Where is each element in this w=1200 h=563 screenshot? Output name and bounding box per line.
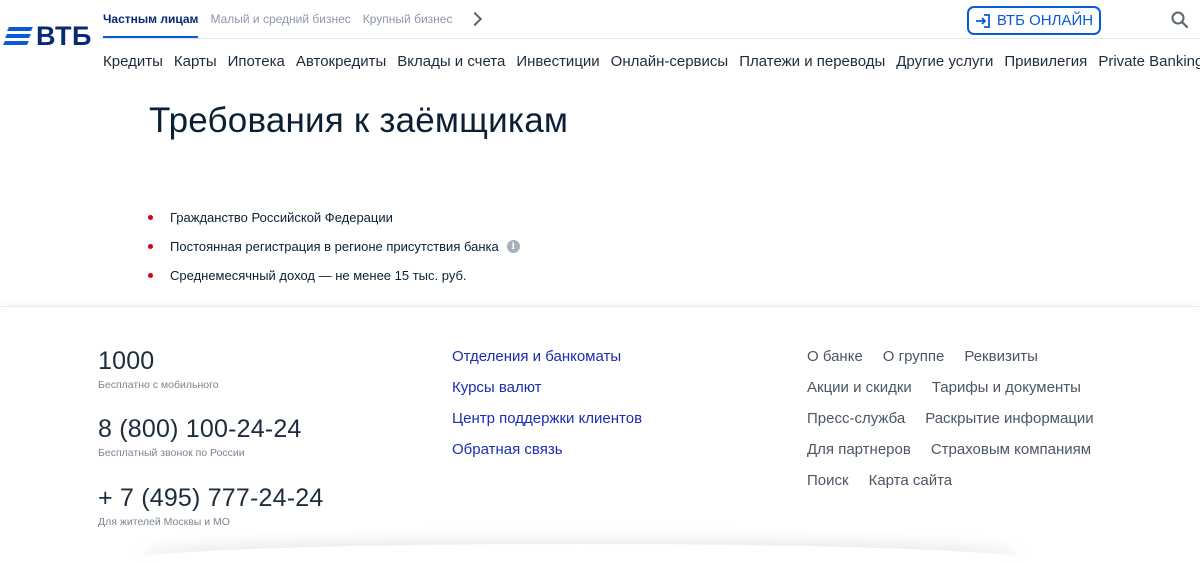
footer-link-row: О банке О группе Реквизиты — [807, 347, 1114, 378]
logo-mark-icon — [3, 27, 33, 45]
phone-number[interactable]: 8 (800) 100-24-24 — [98, 415, 302, 444]
phone-number[interactable]: 1000 — [98, 347, 219, 376]
link-press[interactable]: Пресс-служба — [807, 409, 905, 440]
phone-free: 8 (800) 100-24-24 Бесплатный звонок по Р… — [98, 415, 302, 459]
vtb-online-label: ВТБ ОНЛАЙН — [996, 12, 1094, 29]
bullet-icon — [148, 244, 153, 249]
info-icon[interactable]: i — [506, 240, 520, 253]
link-feedback[interactable]: Обратная связь — [452, 440, 642, 471]
requirements-list: Гражданство Российской Федерации Постоян… — [148, 203, 520, 290]
logo-text: ВТБ — [36, 20, 92, 51]
footer-main-links: Отделения и банкоматы Курсы валют Центр … — [452, 347, 642, 471]
requirement-text: Постоянная регистрация в регионе присутс… — [170, 239, 499, 254]
phone-number[interactable]: + 7 (495) 777-24-24 — [98, 484, 323, 513]
login-icon — [975, 13, 990, 28]
site-header: ВТБ Частным лицам Малый и средний бизнес… — [0, 0, 1200, 82]
header-divider — [100, 38, 1200, 39]
main-nav: Кредиты Карты Ипотека Автокредиты Вклады… — [103, 50, 1200, 72]
bullet-icon — [148, 273, 153, 278]
nav-privilege[interactable]: Привилегия — [1004, 53, 1087, 70]
nav-mortgage[interactable]: Ипотека — [228, 53, 285, 70]
nav-investments[interactable]: Инвестиции — [516, 53, 599, 70]
nav-credits[interactable]: Кредиты — [103, 53, 163, 70]
list-item: Среднемесячный доход — не менее 15 тыс. … — [148, 261, 520, 290]
link-partners[interactable]: Для партнеров — [807, 440, 911, 471]
list-item: Гражданство Российской Федерации — [148, 203, 520, 232]
nav-other-services[interactable]: Другие услуги — [896, 53, 993, 70]
nav-deposits[interactable]: Вклады и счета — [397, 53, 505, 70]
segment-small-business[interactable]: Малый и средний бизнес — [210, 0, 350, 38]
list-item: Постоянная регистрация в регионе присутс… — [148, 232, 520, 261]
link-about-bank[interactable]: О банке — [807, 347, 863, 378]
link-exchange-rates[interactable]: Курсы валют — [452, 378, 642, 409]
phone-note: Для жителей Москвы и МО — [98, 516, 230, 528]
phone-note: Бесплатный звонок по России — [98, 447, 245, 459]
nav-online-services[interactable]: Онлайн-сервисы — [611, 53, 729, 70]
link-support-center[interactable]: Центр поддержки клиентов — [452, 409, 642, 440]
requirement-text: Среднемесячный доход — не менее 15 тыс. … — [170, 268, 467, 283]
nav-autoloans[interactable]: Автокредиты — [296, 53, 386, 70]
vtb-logo[interactable]: ВТБ — [3, 20, 92, 52]
link-insurers[interactable]: Страховым компаниям — [931, 440, 1091, 471]
segment-nav: Частным лицам Малый и средний бизнес Кру… — [103, 0, 483, 38]
footer-secondary-links: О банке О группе Реквизиты Акции и скидк… — [807, 347, 1114, 502]
phone-note: Бесплатно с мобильного — [98, 379, 219, 391]
link-disclosure[interactable]: Раскрытие информации — [925, 409, 1094, 440]
footer-link-row: Для партнеров Страховым компаниям — [807, 440, 1114, 471]
footer-link-row: Пресс-служба Раскрытие информации — [807, 409, 1114, 440]
nav-private-banking[interactable]: Private Banking — [1098, 53, 1200, 70]
page-title: Требования к заёмщикам — [149, 101, 569, 140]
requirement-text: Гражданство Российской Федерации — [170, 210, 393, 225]
vtb-online-button[interactable]: ВТБ ОНЛАЙН — [967, 6, 1101, 35]
nav-payments[interactable]: Платежи и переводы — [739, 53, 885, 70]
site-footer: 1000 Бесплатно с мобильного 8 (800) 100-… — [0, 306, 1200, 563]
link-requisites[interactable]: Реквизиты — [964, 347, 1038, 378]
segment-individuals[interactable]: Частным лицам — [103, 0, 199, 38]
phone-moscow: + 7 (495) 777-24-24 Для жителей Москвы и… — [98, 484, 323, 528]
footer-link-row: Акции и скидки Тарифы и документы — [807, 378, 1114, 409]
search-icon[interactable] — [1170, 10, 1190, 30]
link-search[interactable]: Поиск — [807, 471, 849, 502]
segment-large-business[interactable]: Крупный бизнес — [363, 0, 453, 38]
footer-link-row: Поиск Карта сайта — [807, 471, 1114, 502]
nav-cards[interactable]: Карты — [174, 53, 217, 70]
link-promotions[interactable]: Акции и скидки — [807, 378, 912, 409]
link-about-group[interactable]: О группе — [883, 347, 945, 378]
phone-short: 1000 Бесплатно с мобильного — [98, 347, 219, 391]
link-branches-atms[interactable]: Отделения и банкоматы — [452, 347, 642, 378]
bullet-icon — [148, 215, 153, 220]
chevron-right-icon[interactable] — [468, 11, 483, 27]
link-tariffs[interactable]: Тарифы и документы — [932, 378, 1081, 409]
link-sitemap[interactable]: Карта сайта — [869, 471, 953, 502]
